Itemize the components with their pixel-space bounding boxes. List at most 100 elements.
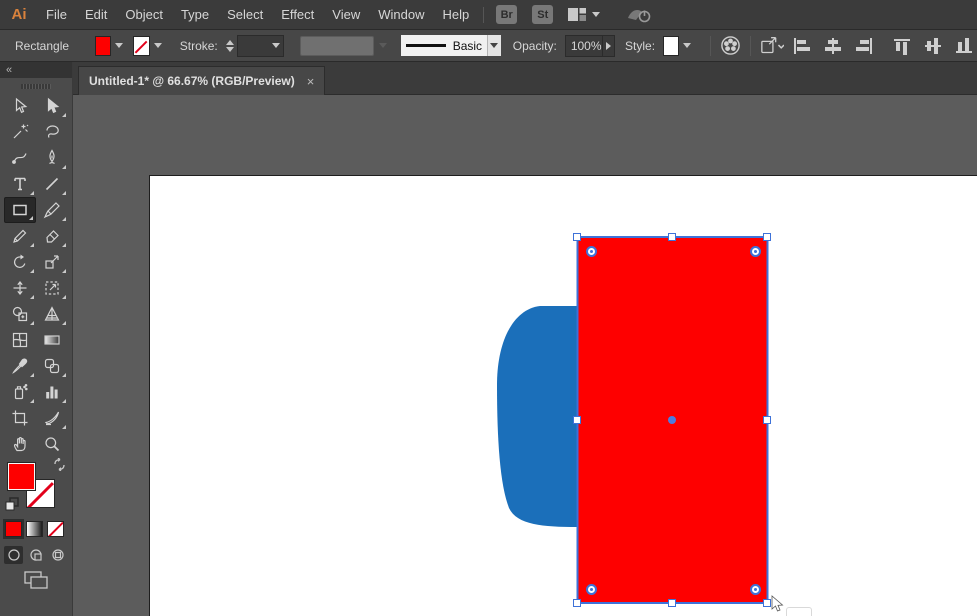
selection-center-point[interactable] [668,416,676,424]
document-tab[interactable]: Untitled-1* @ 66.67% (RGB/Preview) × [78,66,326,95]
mesh-tool[interactable] [4,327,36,353]
stroke-style-preview [405,44,446,47]
fill-proxy-swatch[interactable] [7,462,36,491]
shape-builder-tool[interactable] [4,301,36,327]
align-top-button[interactable] [891,34,915,58]
swap-fill-stroke-icon[interactable] [52,458,67,471]
opacity-field[interactable]: 100% [564,34,603,57]
stroke-style-chevron-button[interactable] [487,35,501,56]
fill-chevron-icon[interactable] [115,43,124,48]
stroke-weight-chevron-icon[interactable] [271,43,280,48]
selection-handle-top-right[interactable] [763,233,771,241]
none-button[interactable] [47,521,64,537]
eraser-tool[interactable] [36,223,68,249]
direct-selection-tool-icon [47,97,60,114]
width-tool[interactable] [4,275,36,301]
selection-handle-top-center[interactable] [668,233,676,241]
menu-item-edit[interactable]: Edit [85,7,107,22]
slice-tool[interactable] [36,405,68,431]
eyedropper-tool[interactable] [4,353,36,379]
selection-tool[interactable] [4,93,36,119]
shape-menu-button[interactable] [760,34,784,58]
workspace-switcher[interactable] [568,8,601,21]
recolor-artwork-button[interactable] [720,34,741,58]
workspace-layout-icon [568,8,587,21]
column-graph-tool[interactable] [36,379,68,405]
direct-selection-tool[interactable] [36,93,68,119]
draw-behind-mode-button[interactable] [26,546,45,564]
stroke-style-value: Basic [452,38,483,53]
align-bottom-button[interactable] [953,34,977,58]
stroke-color-swatch[interactable] [133,35,150,56]
menu-item-view[interactable]: View [332,7,360,22]
fill-color-swatch[interactable] [95,35,112,56]
screen-mode-button[interactable] [22,570,50,590]
paintbrush-tool[interactable] [36,197,68,223]
selection-handle-top-left[interactable] [573,233,581,241]
selection-handle-middle-left[interactable] [573,416,581,424]
scale-tool[interactable] [36,249,68,275]
opacity-chevron-button[interactable] [602,34,616,57]
artboard-tool[interactable] [4,405,36,431]
default-fill-stroke-icon[interactable] [5,497,19,511]
menu-item-select[interactable]: Select [227,7,263,22]
style-chevron-icon[interactable] [683,43,692,48]
gradient-button[interactable] [26,521,43,537]
corner-widget-top-left[interactable] [586,246,597,257]
app-logo[interactable]: Ai [0,6,38,23]
blend-tool[interactable] [36,353,68,379]
gpu-performance-icon[interactable] [626,6,652,24]
perspective-grid-tool[interactable] [36,301,68,327]
menu-bar: Ai File Edit Object Type Select Effect V… [0,0,977,29]
line-segment-tool[interactable] [36,171,68,197]
column-graph-tool-icon [46,386,58,399]
pencil-tool[interactable] [4,223,36,249]
canvas-area[interactable] [73,95,977,616]
stroke-chevron-icon[interactable] [153,43,162,48]
stroke-style-dropdown[interactable]: Basic [400,35,488,56]
symbol-sprayer-tool[interactable] [4,379,36,405]
graphic-style-swatch[interactable] [663,35,680,56]
tools-panel-grip[interactable] [21,84,51,89]
document-tab-bar: Untitled-1* @ 66.67% (RGB/Preview) × [73,62,977,95]
corner-widget-bottom-left[interactable] [586,584,597,595]
curvature-tool[interactable] [4,145,36,171]
rectangle-tool[interactable] [4,197,36,223]
free-transform-tool[interactable] [36,275,68,301]
stroke-label: Stroke: [179,38,218,53]
selection-handle-bottom-center[interactable] [668,599,676,607]
selection-handle-bottom-right[interactable] [763,599,771,607]
draw-normal-mode-button[interactable] [4,546,23,564]
rotate-tool-icon [13,254,26,268]
selection-handle-middle-right[interactable] [763,416,771,424]
corner-widget-bottom-right[interactable] [750,584,761,595]
cursor-hint-badge [786,607,812,616]
menu-item-file[interactable]: File [46,7,67,22]
menu-item-window[interactable]: Window [378,7,424,22]
lasso-tool[interactable] [36,119,68,145]
tab-close-icon[interactable]: × [307,74,315,89]
draw-inside-mode-button[interactable] [48,546,67,564]
menu-item-type[interactable]: Type [181,7,209,22]
align-left-icon [794,37,810,54]
selection-handle-bottom-left[interactable] [573,599,581,607]
menu-item-effect[interactable]: Effect [281,7,314,22]
stock-button[interactable]: St [532,5,554,24]
magic-wand-tool[interactable] [4,119,36,145]
collapse-panel-icon[interactable]: « [6,64,12,76]
stroke-weight-field[interactable] [236,34,284,57]
align-center-button[interactable] [821,34,845,58]
stroke-weight-stepper[interactable] [225,39,234,52]
menu-item-help[interactable]: Help [442,7,469,22]
pen-tool[interactable] [36,145,68,171]
gradient-tool[interactable] [36,327,68,353]
align-left-button[interactable] [790,34,814,58]
color-button[interactable] [5,521,22,537]
align-middle-button[interactable] [922,34,946,58]
corner-widget-top-right[interactable] [750,246,761,257]
type-tool[interactable] [4,171,36,197]
rotate-tool[interactable] [4,249,36,275]
bridge-button[interactable]: Br [496,5,518,24]
align-right-button[interactable] [852,34,876,58]
menu-item-object[interactable]: Object [125,7,163,22]
